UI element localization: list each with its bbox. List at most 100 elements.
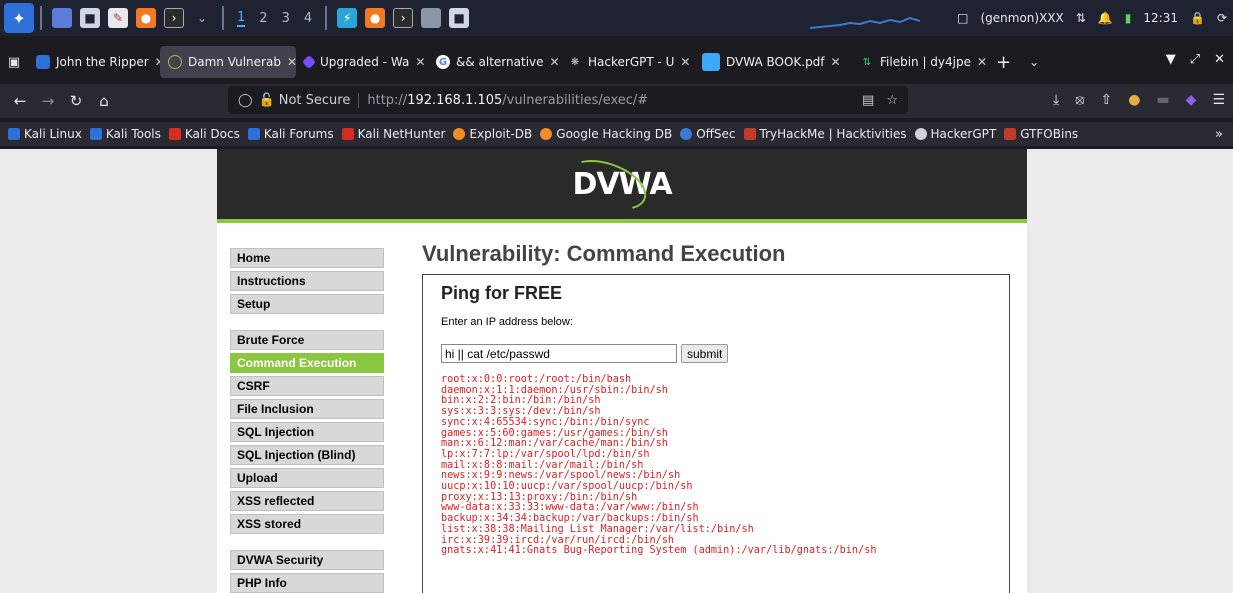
maximize-icon[interactable]: ⤢ [1190, 52, 1200, 67]
menu-item-home[interactable]: Home [230, 248, 384, 268]
output-line: gnats:x:41:41:Gnats Bug-Reporting System… [441, 545, 877, 557]
menu-item-sql-injection[interactable]: SQL Injection [230, 422, 384, 442]
workspace-2[interactable]: 2 [259, 11, 267, 26]
pdf-icon [702, 53, 720, 71]
battery-icon[interactable]: ▮ [1125, 11, 1132, 25]
toggle-icon[interactable]: ▬ [1156, 92, 1169, 108]
kali-menu-icon[interactable]: ✦ [4, 3, 34, 33]
ip-input[interactable] [441, 344, 677, 363]
new-tab-button[interactable]: + [996, 52, 1011, 73]
extension-circle-icon[interactable]: ⦻ [1075, 92, 1084, 108]
bookmark-kali-tools[interactable]: Kali Tools [89, 127, 161, 141]
lock-icon[interactable]: 🔒 [1190, 11, 1205, 25]
home-icon[interactable]: ⌂ [90, 92, 118, 110]
forward-icon[interactable]: → [34, 92, 62, 110]
menu-item-dvwa-security[interactable]: DVWA Security [230, 550, 384, 570]
minimize-icon[interactable]: ▼ [1166, 52, 1176, 67]
menu-item-php-info[interactable]: PHP Info [230, 573, 384, 593]
network-icon[interactable]: ⇅ [1076, 11, 1086, 25]
workspace-1[interactable]: 1 [237, 10, 246, 27]
terminal-icon[interactable]: › [164, 8, 184, 28]
menu-icon[interactable]: ☰ [1212, 92, 1225, 108]
bolt-icon[interactable]: ⚡ [337, 8, 358, 28]
cookie-icon[interactable]: ● [1128, 92, 1140, 108]
output-line: list:x:38:38:Mailing List Manager:/var/l… [441, 523, 754, 535]
panel-separator [325, 6, 328, 30]
ghdb-icon [540, 128, 553, 140]
files-window-icon[interactable]: ■ [449, 8, 470, 28]
tab-list-icon[interactable]: ▣ [0, 55, 28, 70]
bookmarks-bar: Kali Linux Kali Tools Kali Docs Kali For… [0, 122, 1233, 146]
text-editor-icon[interactable]: ✎ [108, 8, 128, 28]
tab-favicon-icon [168, 55, 182, 69]
submit-button[interactable]: submit [681, 344, 729, 363]
firefox-icon[interactable]: ● [136, 8, 156, 28]
back-icon[interactable]: ← [6, 92, 34, 110]
not-secure-label[interactable]: Not Secure [279, 92, 360, 108]
reader-view-icon[interactable]: ▤ [862, 93, 874, 108]
close-tab-icon[interactable]: ✕ [415, 55, 425, 69]
insecure-lock-icon[interactable]: 🔓 [259, 93, 275, 108]
screen-icon[interactable]: □ [957, 11, 968, 25]
chevron-down-icon[interactable]: ⌄ [192, 8, 212, 28]
extension-badge-icon[interactable]: ◆ [1186, 92, 1197, 108]
close-tab-icon[interactable]: ✕ [831, 55, 841, 69]
menu-block-vulnerabilities: Brute Force Command Execution CSRF File … [230, 330, 384, 534]
clock[interactable]: 12:31 [1143, 11, 1178, 25]
menu-item-brute-force[interactable]: Brute Force [230, 330, 384, 350]
tab-upgraded[interactable]: Upgraded - Wa ✕ [296, 46, 428, 78]
bookmark-kali-linux[interactable]: Kali Linux [8, 127, 82, 141]
close-tab-icon[interactable]: ✕ [977, 55, 986, 69]
tab-label: HackerGPT - U [588, 55, 675, 69]
bookmark-tryhackme[interactable]: TryHackMe | Hacktivities [743, 127, 907, 141]
close-window-icon[interactable]: ✕ [1214, 52, 1225, 67]
tab-filebin[interactable]: ⇅ Filebin | dy4jpe ✕ [852, 46, 986, 78]
tab-dvwa-book[interactable]: DVWA BOOK.pdf ✕ [694, 46, 852, 78]
terminal-window-icon[interactable]: › [393, 8, 414, 28]
menu-item-file-inclusion[interactable]: File Inclusion [230, 399, 384, 419]
bookmark-kali-docs[interactable]: Kali Docs [168, 127, 240, 141]
tab-bar: ▣ John the Ripper ✕ Damn Vulnerab ✕ Upgrad… [0, 44, 1233, 80]
menu-item-xss-stored[interactable]: XSS stored [230, 514, 384, 534]
tab-alternative[interactable]: G && alternative ✕ [428, 46, 560, 78]
bookmark-offsec[interactable]: OffSec [680, 127, 736, 141]
url-bar[interactable]: ◯ 🔓 Not Secure http://192.168.1.105/vuln… [228, 86, 908, 114]
bookmark-google-hacking-db[interactable]: Google Hacking DB [540, 127, 672, 141]
downloads-icon[interactable]: ⤓ [1053, 92, 1059, 108]
menu-item-upload[interactable]: Upload [230, 468, 384, 488]
share-icon[interactable]: ⇧ [1100, 92, 1112, 108]
bookmark-gtfobins[interactable]: GTFOBins [1004, 127, 1078, 141]
close-tab-icon[interactable]: ✕ [680, 55, 690, 69]
bell-icon[interactable]: 🔔 [1098, 11, 1113, 25]
menu-item-setup[interactable]: Setup [230, 294, 384, 314]
tab-john-the-ripper[interactable]: John the Ripper ✕ [28, 46, 160, 78]
ip-prompt-label: Enter an IP address below: [441, 316, 573, 328]
bookmark-exploit-db[interactable]: Exploit-DB [453, 127, 532, 141]
reload-icon[interactable]: ↻ [62, 92, 90, 110]
bookmark-star-icon[interactable]: ☆ [886, 93, 898, 108]
close-tab-icon[interactable]: ✕ [287, 55, 296, 69]
menu-item-command-execution[interactable]: Command Execution [230, 353, 384, 373]
firefox-window-icon[interactable]: ● [365, 8, 386, 28]
shield-icon[interactable]: ◯ [238, 93, 253, 108]
list-tabs-chevron-icon[interactable]: ⌄ [1029, 55, 1039, 69]
url-prefix: http:// [367, 92, 408, 108]
tab-hackergpt[interactable]: ❋ HackerGPT - U ✕ [560, 46, 694, 78]
close-tab-icon[interactable]: ✕ [550, 55, 560, 69]
bookmark-kali-nethunter[interactable]: Kali NetHunter [341, 127, 445, 141]
more-bookmarks-icon[interactable]: » [1215, 127, 1223, 142]
workspace-3[interactable]: 3 [282, 11, 290, 26]
menu-item-instructions[interactable]: Instructions [230, 271, 384, 291]
bookmark-kali-forums[interactable]: Kali Forums [247, 127, 334, 141]
menu-item-xss-reflected[interactable]: XSS reflected [230, 491, 384, 511]
power-icon[interactable]: ⟳ [1217, 11, 1227, 25]
bookmark-hackergpt[interactable]: HackerGPT [914, 127, 996, 141]
window-icon[interactable] [421, 8, 442, 28]
workspace-4[interactable]: 4 [304, 11, 312, 26]
file-manager-icon[interactable]: ■ [80, 8, 100, 28]
kali-docs-icon [168, 128, 181, 140]
tab-dvwa[interactable]: Damn Vulnerab ✕ [160, 46, 296, 78]
show-desktop-icon[interactable] [52, 8, 72, 28]
menu-item-csrf[interactable]: CSRF [230, 376, 384, 396]
menu-item-sql-injection-blind[interactable]: SQL Injection (Blind) [230, 445, 384, 465]
